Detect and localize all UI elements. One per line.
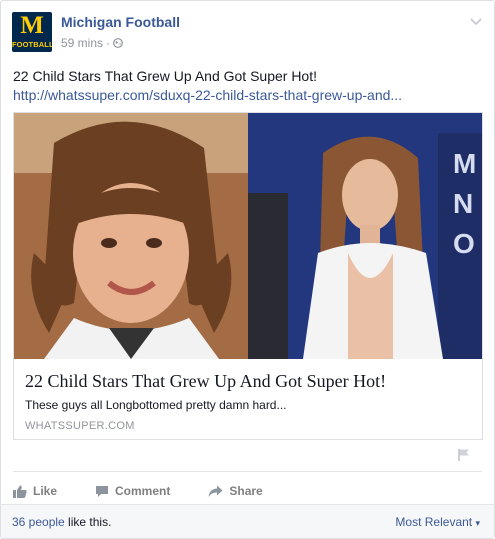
post-timestamp[interactable]: 59 mins — [61, 36, 103, 50]
link-preview-card[interactable]: M N O 22 Child Stars That Grew Up And Go… — [13, 112, 483, 440]
link-preview-image[interactable]: M N O — [14, 113, 482, 359]
facebook-post: M FOOTBALL Michigan Football 59 mins · 2… — [0, 0, 495, 539]
flag-icon[interactable] — [457, 448, 471, 462]
comment-button[interactable]: Comment — [95, 484, 170, 498]
post-message: 22 Child Stars That Grew Up And Got Supe… — [13, 68, 318, 84]
sort-label: Most Relevant — [395, 515, 473, 529]
globe-icon[interactable] — [113, 38, 123, 48]
meta-separator: · — [106, 36, 111, 50]
avatar-logo-text: FOOTBALL — [12, 40, 52, 49]
child-photo-illustration — [14, 113, 248, 359]
share-button[interactable]: Share — [208, 484, 263, 498]
comment-label: Comment — [115, 484, 171, 498]
comment-icon — [96, 485, 109, 497]
svg-text:O: O — [453, 228, 475, 259]
share-icon — [208, 485, 223, 497]
comment-sort-dropdown[interactable]: Most Relevant ▾ — [395, 515, 480, 529]
svg-text:N: N — [453, 188, 473, 219]
share-label: Share — [229, 484, 263, 498]
preview-photo-child — [14, 113, 248, 359]
card-title[interactable]: 22 Child Stars That Grew Up And Got Supe… — [25, 371, 386, 392]
page-avatar[interactable]: M FOOTBALL — [12, 12, 52, 52]
svg-text:M: M — [453, 148, 476, 179]
action-bar: Like Comment Share — [13, 481, 301, 501]
card-description: These guys all Longbottomed pretty damn … — [25, 398, 287, 412]
likes-count-link[interactable]: 36 people — [12, 515, 65, 529]
post-meta: 59 mins · — [61, 36, 123, 50]
chevron-down-icon[interactable] — [470, 17, 482, 27]
action-divider — [13, 471, 482, 472]
sort-caret-icon: ▾ — [475, 518, 480, 528]
like-label: Like — [33, 484, 58, 498]
card-domain: WHATSSUPER.COM — [25, 420, 135, 432]
reactions-footer: 36 people like this. Most Relevant ▾ — [1, 504, 494, 538]
preview-photo-adult: M N O — [248, 113, 482, 359]
like-button[interactable]: Like — [13, 484, 57, 498]
like-icon — [13, 485, 27, 498]
adult-photo-illustration: M N O — [248, 113, 482, 359]
likes-summary: 36 people like this. — [12, 515, 111, 529]
post-link[interactable]: http://whatssuper.com/sduxq-22-child-sta… — [13, 86, 402, 105]
avatar-logo-letter: M — [20, 12, 44, 39]
page-name-link[interactable]: Michigan Football — [61, 14, 180, 30]
likes-suffix: like this. — [64, 515, 112, 529]
